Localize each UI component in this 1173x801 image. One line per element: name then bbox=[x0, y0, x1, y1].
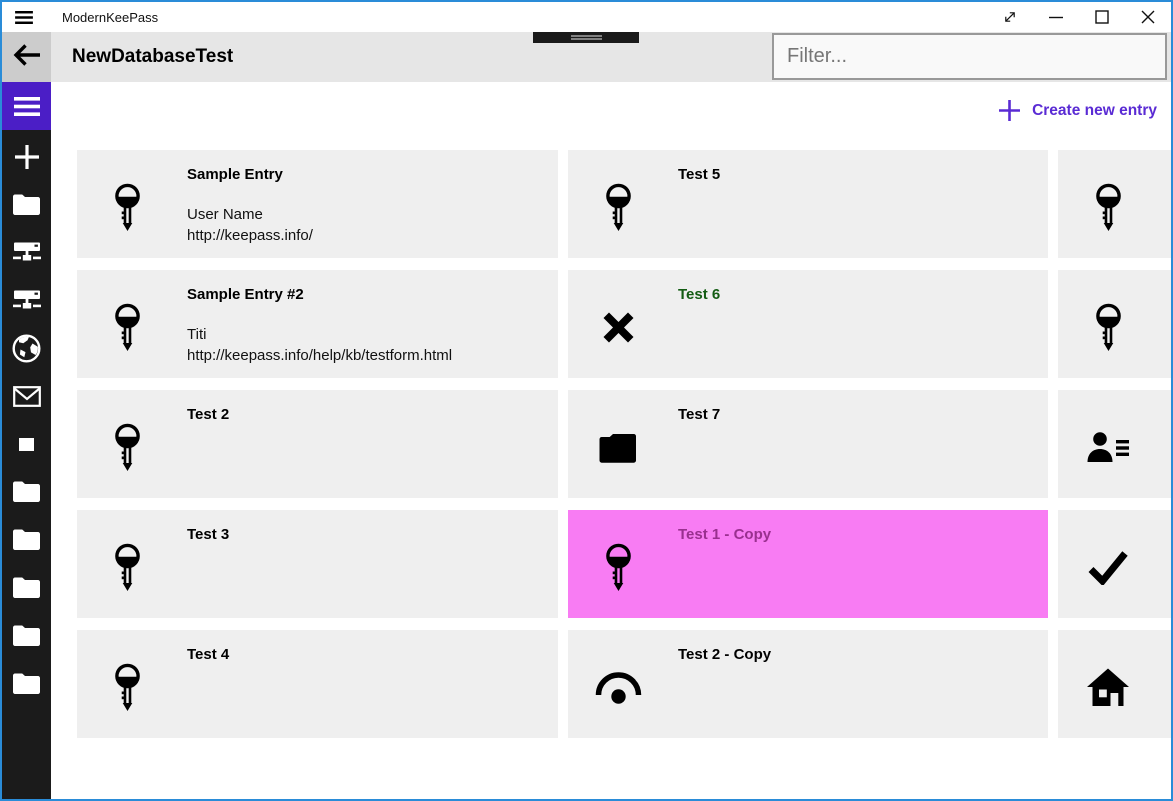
entry-title: Test 4 bbox=[187, 646, 230, 663]
key-icon bbox=[1078, 177, 1138, 237]
hamburger-icon bbox=[15, 11, 33, 24]
back-button[interactable] bbox=[2, 32, 51, 82]
contact-icon bbox=[1078, 417, 1138, 477]
app-titlebar: ModernKeePass bbox=[2, 2, 1171, 32]
filter-input[interactable] bbox=[772, 33, 1167, 80]
folder-icon bbox=[13, 577, 40, 598]
entry-grid: Sample Entry User Name http://keepass.info… bbox=[77, 150, 1173, 738]
sidebar-item-12-folder[interactable] bbox=[2, 666, 51, 700]
entry-detail-line: User Name bbox=[187, 206, 263, 223]
globe-icon bbox=[12, 333, 41, 363]
entry-title: Test 1 - Copy bbox=[678, 526, 772, 543]
fullscreen-toggle-button[interactable] bbox=[987, 2, 1033, 32]
drag-handle-line bbox=[571, 35, 602, 37]
entry-title: Test 2 bbox=[187, 406, 230, 423]
titlebar-hamburger-button[interactable] bbox=[15, 11, 33, 24]
entry-card[interactable]: Test 2 - Copy bbox=[568, 630, 1048, 738]
key-icon bbox=[588, 177, 648, 237]
entry-card[interactable]: Test 5 bbox=[568, 150, 1048, 258]
close-icon bbox=[1139, 8, 1157, 26]
sidebar-item-3-network-drive[interactable] bbox=[2, 234, 51, 268]
entry-card[interactable]: Sample Entry #2 Titi http://keepass.info/h… bbox=[77, 270, 558, 378]
entry-card[interactable] bbox=[1058, 630, 1173, 738]
maximize-icon bbox=[1093, 8, 1111, 26]
drag-handle-popup bbox=[533, 32, 639, 43]
key-icon bbox=[97, 537, 157, 597]
sidebar-item-2-folder[interactable] bbox=[2, 187, 51, 221]
app-title: ModernKeePass bbox=[62, 10, 159, 25]
square-icon bbox=[19, 437, 34, 451]
entry-card[interactable] bbox=[1058, 270, 1173, 378]
page-title: NewDatabaseTest bbox=[72, 46, 234, 67]
network-drive-icon bbox=[12, 240, 41, 263]
create-new-entry-button[interactable]: Create new entry bbox=[998, 99, 1157, 122]
maximize-button[interactable] bbox=[1079, 2, 1125, 32]
key-icon bbox=[588, 537, 648, 597]
key-icon bbox=[97, 657, 157, 717]
entry-card[interactable]: Sample Entry User Name http://keepass.info… bbox=[77, 150, 558, 258]
sidebar-menu-button[interactable] bbox=[2, 82, 51, 130]
entry-detail-line: http://keepass.info/ bbox=[187, 227, 313, 244]
sidebar-item-4-network-drive[interactable] bbox=[2, 282, 51, 316]
entry-title: Sample Entry bbox=[187, 166, 283, 183]
entry-details: Titi http://keepass.info/help/kb/testform… bbox=[187, 324, 452, 366]
sidebar-item-6-mail[interactable] bbox=[2, 379, 51, 413]
back-arrow-icon bbox=[12, 43, 42, 72]
entry-title: Test 6 bbox=[678, 286, 721, 303]
folder-icon bbox=[13, 481, 40, 502]
plus-icon bbox=[13, 143, 41, 171]
drag-handle-line bbox=[571, 38, 602, 40]
entry-card[interactable] bbox=[1058, 390, 1173, 498]
key-icon bbox=[1078, 297, 1138, 357]
entry-card[interactable]: Test 4 bbox=[77, 630, 558, 738]
folder-icon bbox=[13, 194, 40, 215]
key-icon bbox=[97, 297, 157, 357]
key-icon bbox=[97, 177, 157, 237]
entry-title: Test 2 - Copy bbox=[678, 646, 772, 663]
sidebar bbox=[2, 82, 51, 799]
key-icon bbox=[97, 417, 157, 477]
sidebar-item-5-globe[interactable] bbox=[2, 331, 51, 365]
fullscreen-toggle-icon bbox=[1000, 7, 1020, 27]
cross-icon bbox=[588, 297, 648, 357]
entry-card[interactable]: Test 6 bbox=[568, 270, 1048, 378]
entry-title: Test 7 bbox=[678, 406, 721, 423]
entry-card[interactable]: Test 2 bbox=[77, 390, 558, 498]
sidebar-item-11-folder[interactable] bbox=[2, 618, 51, 652]
mail-icon bbox=[12, 385, 41, 407]
sidebar-item-10-folder[interactable] bbox=[2, 570, 51, 604]
entry-detail-line: Titi bbox=[187, 326, 207, 343]
check-icon bbox=[1078, 537, 1138, 597]
sidebar-item-9-folder[interactable] bbox=[2, 522, 51, 556]
close-button[interactable] bbox=[1125, 2, 1171, 32]
minimize-icon bbox=[1047, 8, 1065, 26]
folder-icon bbox=[588, 417, 648, 477]
sidebar-item-1-plus[interactable] bbox=[2, 140, 51, 174]
folder-icon bbox=[13, 625, 40, 646]
sidebar-item-8-folder[interactable] bbox=[2, 474, 51, 508]
home-icon bbox=[1078, 657, 1138, 717]
entry-card[interactable]: Test 7 bbox=[568, 390, 1048, 498]
folder-icon bbox=[13, 673, 40, 694]
hamburger-icon bbox=[13, 96, 40, 116]
entry-card[interactable] bbox=[1058, 510, 1173, 618]
entry-details: User Name http://keepass.info/ bbox=[187, 204, 313, 246]
entry-title: Test 5 bbox=[678, 166, 721, 183]
entry-title: Sample Entry #2 bbox=[187, 286, 304, 303]
entry-card[interactable]: Test 3 bbox=[77, 510, 558, 618]
window-controls bbox=[987, 2, 1171, 32]
entry-card[interactable] bbox=[1058, 150, 1173, 258]
plus-icon bbox=[998, 99, 1021, 122]
create-new-entry-label: Create new entry bbox=[1032, 101, 1157, 119]
entry-card[interactable]: Test 1 - Copy bbox=[568, 510, 1048, 618]
eye-icon bbox=[588, 657, 648, 717]
network-drive-icon bbox=[12, 288, 41, 311]
entry-detail-line: http://keepass.info/help/kb/testform.htm… bbox=[187, 347, 453, 364]
entry-title: Test 3 bbox=[187, 526, 230, 543]
folder-icon bbox=[13, 529, 40, 550]
sidebar-item-7-square[interactable] bbox=[2, 427, 51, 461]
minimize-button[interactable] bbox=[1033, 2, 1079, 32]
